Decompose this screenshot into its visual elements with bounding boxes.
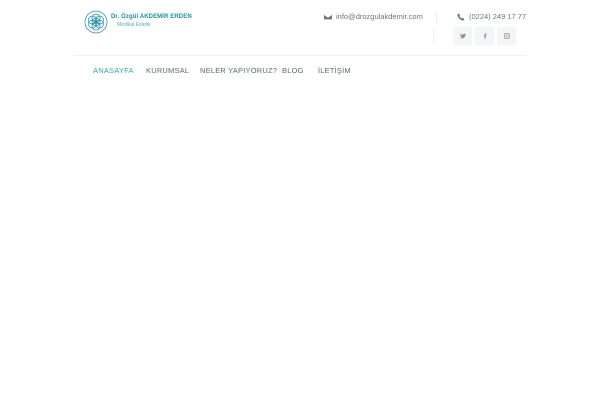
- nav-item-blog[interactable]: BLOG: [282, 66, 304, 75]
- nav-item-kurumsal[interactable]: KURUMSAL: [146, 66, 189, 75]
- phone-contact[interactable]: (0224) 249 17 77: [457, 11, 526, 22]
- divider: [433, 29, 434, 43]
- facebook-icon: [483, 33, 487, 39]
- logo-text: Dr. Özgül AKDEMİR ERDEN Medikal Estetik: [111, 14, 192, 29]
- nav-item-iletisim[interactable]: İLETİŞİM: [318, 66, 351, 75]
- phone-icon: [457, 12, 465, 21]
- main-nav: ANASAYFA KURUMSAL NELER YAPIYORUZ? BLOG …: [0, 62, 600, 80]
- email-contact[interactable]: info@drozgulakdemir.com: [324, 11, 423, 22]
- logo-subtitle: Medikal Estetik: [117, 22, 151, 28]
- instagram-button[interactable]: [497, 27, 516, 45]
- flower-of-life-logo-icon: [84, 10, 108, 33]
- nav-item-anasayfa[interactable]: ANASAYFA: [93, 66, 134, 75]
- nav-item-neler-yapiyoruz[interactable]: NELER YAPIYORUZ?: [200, 66, 277, 75]
- site-header: Dr. Özgül AKDEMİR ERDEN Medikal Estetik …: [0, 0, 600, 56]
- site-logo[interactable]: Dr. Özgül AKDEMİR ERDEN Medikal Estetik: [84, 9, 192, 34]
- logo-name: Dr. Özgül AKDEMİR ERDEN: [111, 14, 192, 20]
- phone-text: (0224) 249 17 77: [469, 12, 527, 21]
- facebook-button[interactable]: [475, 27, 494, 45]
- header-divider: [74, 55, 526, 56]
- email-text: info@drozgulakdemir.com: [336, 12, 423, 21]
- twitter-button[interactable]: [453, 27, 472, 45]
- twitter-icon: [459, 33, 466, 39]
- instagram-icon: [503, 33, 510, 39]
- envelope-icon: [324, 14, 332, 19]
- divider: [436, 12, 437, 24]
